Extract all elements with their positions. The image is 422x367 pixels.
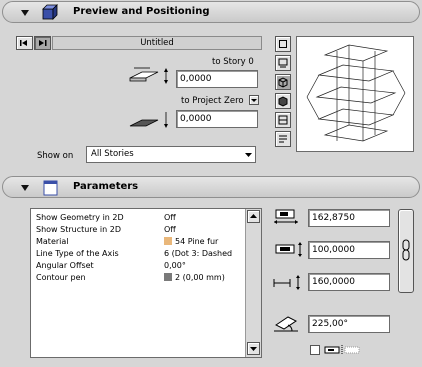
mirror-checkbox[interactable] [310, 345, 320, 355]
scroll-down-button[interactable] [247, 342, 260, 355]
rotation-angle-icon [272, 311, 302, 338]
parameters-section-header[interactable]: Parameters [2, 176, 420, 198]
param-row[interactable]: Line Type of the Axis 6 (Dot 3: Dashed [31, 248, 245, 259]
param-name: Show Geometry in 2D [36, 213, 124, 222]
parameters-section-icon [43, 180, 59, 200]
width-icon [272, 207, 302, 230]
skip-forward-icon [39, 40, 47, 46]
param-row[interactable]: Material 54 Pine fur [31, 236, 245, 247]
monitor-icon [278, 58, 288, 68]
to-project-zero-label[interactable]: to Project Zero [181, 96, 244, 106]
preview-section-header[interactable]: Preview and Positioning [2, 1, 420, 23]
param-name: Angular Offset [36, 261, 94, 270]
link-dimensions-button[interactable] [398, 209, 414, 293]
param-row[interactable]: Contour pen 2 (0,00 mm) [31, 272, 245, 283]
dropdown-arrow-icon [251, 99, 257, 102]
scroll-up-button[interactable] [247, 210, 260, 223]
view-section-button[interactable] [275, 55, 291, 71]
bottom-offset-icon [128, 108, 172, 133]
height-icon [272, 273, 306, 296]
list-icon [279, 135, 287, 143]
param-value: Off [164, 213, 176, 222]
rotation-angle-input[interactable]: 225,00° [308, 315, 390, 333]
arrow-up-icon [250, 214, 257, 218]
param-row[interactable]: Show Structure in 2D Off [31, 224, 245, 235]
show-on-value: All Stories [91, 149, 134, 159]
material-swatch [164, 237, 172, 245]
show-on-select[interactable]: All Stories [86, 146, 256, 163]
cube-wireframe-icon [278, 77, 288, 88]
view-elevation-button[interactable] [275, 112, 291, 128]
view-3d-button[interactable] [275, 74, 291, 90]
param-row[interactable]: Show Geometry in 2D Off [31, 212, 245, 223]
cube-solid-icon [278, 96, 288, 107]
depth-icon [272, 240, 306, 263]
param-value: 0,00° [164, 261, 186, 270]
chain-link-icon [402, 239, 410, 261]
reference-level-dropdown[interactable] [249, 95, 259, 105]
param-value: 6 (Dot 3: Dashed [164, 249, 233, 258]
to-story-label: to Story 0 [212, 57, 254, 67]
top-offset-icon [128, 64, 172, 89]
view-list-button[interactable] [275, 131, 291, 147]
param-value: 54 Pine fur [175, 237, 219, 246]
preview-section-title: Preview and Positioning [73, 6, 210, 17]
bottom-offset-input[interactable]: 0,0000 [176, 110, 258, 128]
view-plan-button[interactable] [275, 36, 291, 52]
show-on-label: Show on [37, 151, 74, 161]
grid-icon [278, 115, 288, 125]
preview-canvas[interactable] [296, 36, 414, 152]
param-name: Line Type of the Axis [36, 249, 119, 258]
layer-name-display: Untitled [52, 36, 262, 50]
preview-section-icon [41, 4, 59, 24]
param-name: Show Structure in 2D [36, 225, 121, 234]
pen-swatch [164, 273, 172, 281]
param-row[interactable]: Angular Offset 0,00° [31, 260, 245, 271]
mirror-icon [323, 343, 365, 360]
skip-back-icon [20, 40, 27, 46]
width-input[interactable]: 162,8750 [308, 209, 390, 227]
3d-object-preview [306, 44, 406, 142]
parameter-list-scrollbar[interactable] [245, 209, 261, 357]
select-arrow-icon [244, 150, 253, 162]
square-icon [279, 40, 287, 48]
top-offset-input[interactable]: 0,0000 [176, 70, 258, 88]
arrow-down-icon [250, 347, 257, 351]
depth-input[interactable]: 100,0000 [308, 241, 390, 259]
param-name: Contour pen [36, 273, 86, 282]
parameter-list[interactable]: Show Geometry in 2D Off Show Structure i… [30, 208, 262, 358]
view-3d-shaded-button[interactable] [275, 93, 291, 109]
first-layer-button[interactable] [16, 36, 33, 50]
collapse-triangle-icon[interactable] [21, 10, 29, 16]
height-input[interactable]: 160,0000 [308, 273, 390, 291]
param-value: 2 (0,00 mm) [175, 273, 225, 282]
collapse-triangle-icon[interactable] [21, 185, 29, 191]
parameters-section-title: Parameters [73, 181, 139, 192]
param-value: Off [164, 225, 176, 234]
next-layer-button[interactable] [34, 36, 51, 50]
param-name: Material [36, 237, 69, 246]
